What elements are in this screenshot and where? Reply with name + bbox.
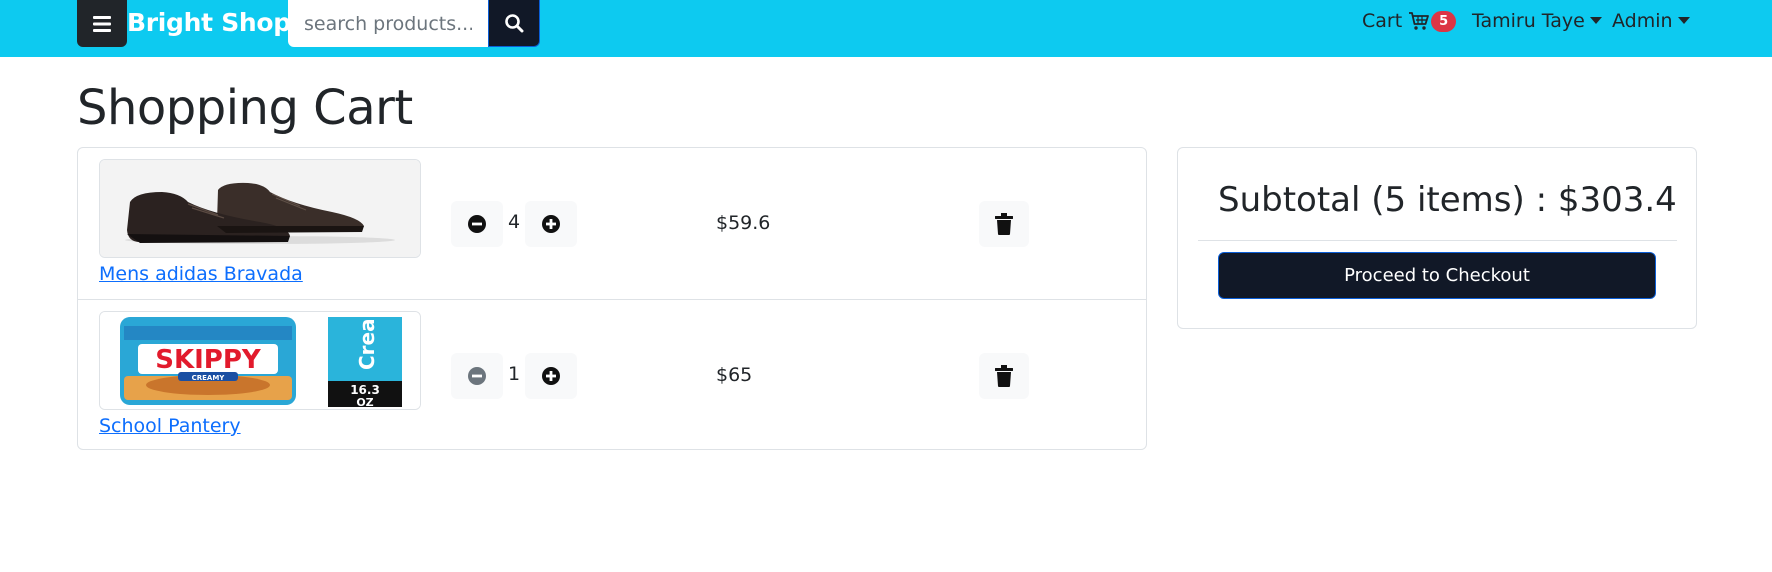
increase-quantity-button[interactable]	[525, 201, 577, 247]
order-summary-card: Subtotal (5 items) : $303.4 Proceed to C…	[1177, 147, 1697, 329]
user-menu-dropdown[interactable]: Tamiru Taye	[1472, 10, 1602, 32]
menu-toggle-button[interactable]	[77, 0, 127, 47]
admin-label: Admin	[1612, 10, 1673, 32]
plus-circle-icon	[542, 367, 560, 385]
product-image[interactable]: SKIPPY CREAMY Creamy 16.3 OZ	[99, 311, 421, 410]
decrease-quantity-button[interactable]	[451, 201, 503, 247]
caret-down-icon	[1589, 16, 1602, 24]
skippy-brand-text: SKIPPY	[155, 345, 262, 375]
minus-circle-icon	[468, 367, 486, 385]
remove-item-button[interactable]	[979, 201, 1029, 247]
cart-items-list: Mens adidas Bravada 4 $59.6 SKIPPY CREAM…	[77, 147, 1147, 450]
product-name-link[interactable]: School Pantery	[99, 415, 241, 437]
peanut-butter-image: SKIPPY CREAMY Creamy 16.3 OZ	[100, 312, 420, 409]
plus-circle-icon	[542, 215, 560, 233]
brand-logo[interactable]: Bright Shop	[127, 8, 291, 37]
cart-count-badge: 5	[1431, 10, 1457, 32]
product-name-link[interactable]: Mens adidas Bravada	[99, 263, 303, 285]
item-price: $65	[716, 364, 753, 386]
hamburger-icon	[93, 15, 111, 32]
cart-link[interactable]: Cart 5	[1362, 10, 1457, 32]
user-name: Tamiru Taye	[1472, 10, 1585, 32]
increase-quantity-button[interactable]	[525, 353, 577, 399]
cart-item-row: SKIPPY CREAMY Creamy 16.3 OZ School Pant…	[78, 299, 1146, 450]
quantity-value: 4	[507, 211, 521, 233]
search-icon	[505, 14, 524, 33]
remove-item-button[interactable]	[979, 353, 1029, 399]
creamy-side-text: Creamy	[355, 312, 379, 370]
page-title: Shopping Cart	[77, 80, 413, 136]
minus-circle-icon	[468, 215, 486, 233]
product-image[interactable]	[99, 159, 421, 258]
navbar: Bright Shop Cart 5 Tamiru Taye Admin	[0, 0, 1772, 57]
proceed-to-checkout-button[interactable]: Proceed to Checkout	[1218, 252, 1656, 299]
shoes-image	[100, 160, 420, 257]
caret-down-icon	[1677, 16, 1690, 24]
quantity-value: 1	[507, 363, 521, 385]
item-price: $59.6	[716, 212, 771, 234]
size-text: 16.3	[350, 383, 380, 397]
search-input[interactable]	[288, 0, 488, 47]
admin-menu-dropdown[interactable]: Admin	[1612, 10, 1690, 32]
size-unit-text: OZ	[356, 396, 373, 409]
cart-item-row: Mens adidas Bravada 4 $59.6	[78, 148, 1146, 299]
trash-icon	[995, 213, 1013, 235]
skippy-variant-text: CREAMY	[192, 374, 226, 382]
trash-icon	[995, 365, 1013, 387]
search-button[interactable]	[488, 0, 540, 47]
subtotal-text: Subtotal (5 items) : $303.4	[1218, 180, 1677, 220]
decrease-quantity-button[interactable]	[451, 353, 503, 399]
cart-label: Cart	[1362, 10, 1403, 32]
shopping-cart-icon	[1409, 12, 1430, 30]
search-form	[288, 0, 540, 47]
divider	[1198, 240, 1677, 241]
